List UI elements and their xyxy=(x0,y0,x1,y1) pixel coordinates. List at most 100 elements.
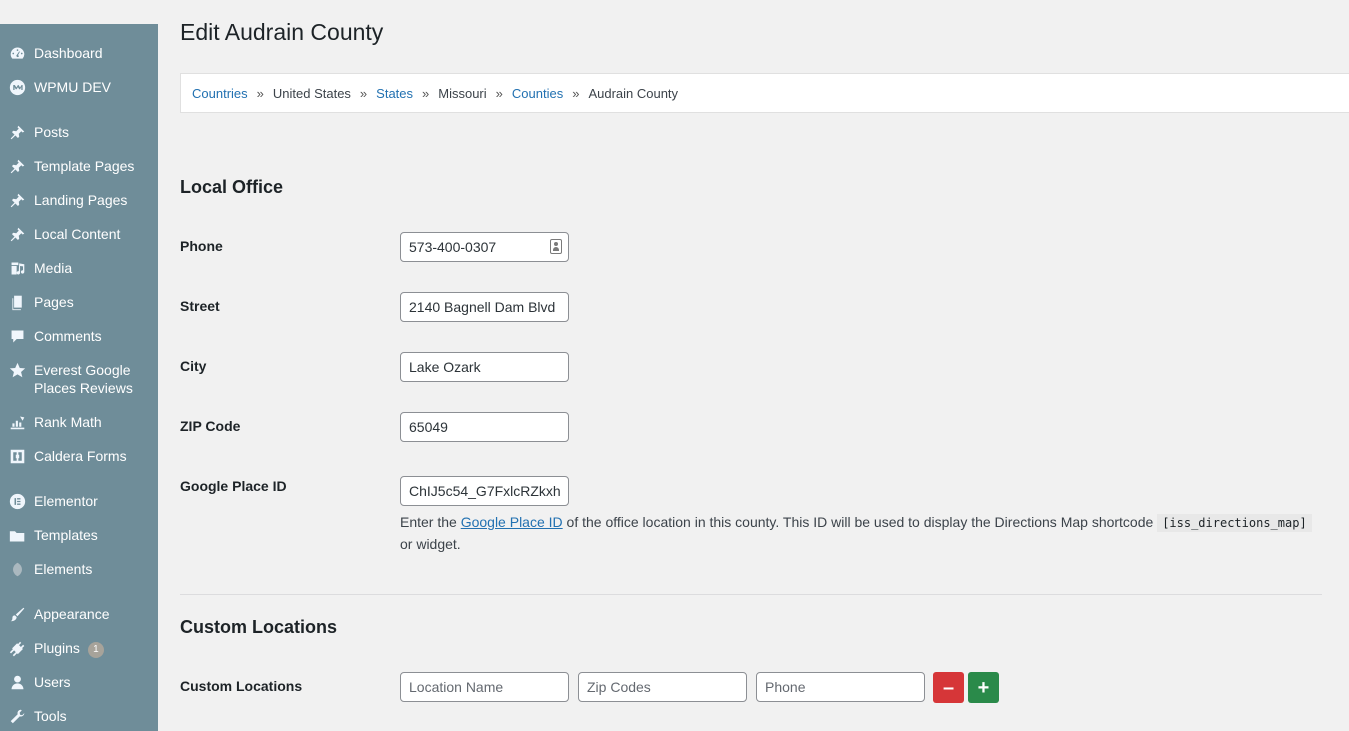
help-text: or widget. xyxy=(400,536,461,552)
breadcrumb-separator: » xyxy=(256,85,264,101)
menu-label: Dashboard xyxy=(34,45,103,61)
breadcrumb-link-countries[interactable]: Countries xyxy=(192,86,248,101)
menu-item-wpmudev[interactable]: WPMU DEV xyxy=(0,78,158,96)
breadcrumb-country: United States xyxy=(272,85,351,101)
menu-item-users[interactable]: Users xyxy=(0,673,158,691)
phone-field[interactable] xyxy=(400,232,569,262)
menu-item-landing-pages[interactable]: Landing Pages xyxy=(0,191,158,209)
menu-item-comments[interactable]: Comments xyxy=(0,327,158,345)
menu-label: Elementor xyxy=(34,493,98,509)
city-field[interactable] xyxy=(400,352,569,382)
local-office-heading: Local Office xyxy=(180,177,284,197)
page-title: Edit Audrain County xyxy=(180,19,384,45)
menu-label: Tools xyxy=(34,708,67,724)
zip-codes-input[interactable] xyxy=(578,672,747,702)
google-place-id-help: Enter the Google Place ID of the office … xyxy=(400,512,1320,555)
google-place-id-field[interactable] xyxy=(400,476,569,506)
menu-item-dashboard[interactable]: Dashboard xyxy=(0,44,158,62)
remove-location-button[interactable]: – xyxy=(933,672,964,703)
menu-item-everest-google-places-reviews[interactable]: Everest Google Places Reviews xyxy=(0,361,158,397)
menu-item-pages[interactable]: Pages xyxy=(0,293,158,311)
section-divider xyxy=(180,594,1322,595)
menu-item-tools[interactable]: Tools xyxy=(0,707,158,725)
menu-label: Template Pages xyxy=(34,158,135,174)
street-label: Street xyxy=(180,298,220,314)
pin-icon xyxy=(0,123,34,141)
help-text: Enter the xyxy=(400,514,461,530)
menu-item-appearance[interactable]: Appearance xyxy=(0,605,158,623)
location-name-input[interactable] xyxy=(400,672,569,702)
menu-label: WPMU DEV xyxy=(34,79,111,95)
breadcrumb-separator: » xyxy=(422,85,430,101)
menu-item-templates[interactable]: Templates xyxy=(0,526,158,544)
city-label: City xyxy=(180,358,207,374)
menu-label: Plugins 1 xyxy=(34,639,104,658)
menu-label: Everest Google Places Reviews xyxy=(34,362,133,396)
custom-locations-label: Custom Locations xyxy=(180,678,303,694)
breadcrumb-separator: » xyxy=(359,85,368,101)
zip-code-label: ZIP Code xyxy=(180,418,241,434)
caldera-icon xyxy=(0,447,34,465)
wrench-icon xyxy=(0,707,34,725)
pin-icon xyxy=(0,191,34,209)
location-phone-input[interactable] xyxy=(756,672,925,702)
help-text: of the office location in this county. T… xyxy=(562,514,1158,530)
admin-menu: Dashboard WPMU DEV Posts Template Pages … xyxy=(0,24,158,731)
dashboard-icon xyxy=(0,44,34,62)
breadcrumb-separator: » xyxy=(572,85,580,101)
star-icon xyxy=(0,361,34,379)
google-place-id-link[interactable]: Google Place ID xyxy=(461,514,563,530)
custom-locations-heading: Custom Locations xyxy=(180,617,338,637)
shortcode: [iss_directions_map] xyxy=(1157,514,1312,532)
admin-sidebar: Dashboard WPMU DEV Posts Template Pages … xyxy=(0,0,158,731)
breadcrumb-current: Audrain County xyxy=(588,85,679,101)
menu-label: Media xyxy=(34,260,73,276)
add-location-button[interactable]: + xyxy=(968,672,999,703)
breadcrumb-link-counties[interactable]: Counties xyxy=(512,86,563,101)
breadcrumb: Countries » United States » States » Mis… xyxy=(180,73,1349,113)
rank-math-icon xyxy=(0,413,34,431)
menu-label: Elements xyxy=(34,561,93,577)
menu-item-elements[interactable]: Elements xyxy=(0,560,158,578)
zip-code-field[interactable] xyxy=(400,412,569,442)
menu-item-plugins[interactable]: Plugins 1 xyxy=(0,639,158,658)
media-icon xyxy=(0,259,34,277)
breadcrumb-separator: » xyxy=(495,85,503,101)
menu-label: Appearance xyxy=(34,606,110,622)
menu-label: Landing Pages xyxy=(34,192,128,208)
breadcrumb-link-states[interactable]: States xyxy=(376,86,413,101)
pages-icon xyxy=(0,293,34,311)
comments-icon xyxy=(0,327,34,345)
elements-icon xyxy=(0,560,34,578)
breadcrumb-state: Missouri xyxy=(438,85,487,101)
pin-icon xyxy=(0,225,34,243)
menu-item-local-content[interactable]: Local Content xyxy=(0,225,158,243)
menu-label: Posts xyxy=(34,124,70,140)
pin-icon xyxy=(0,157,34,175)
phone-label: Phone xyxy=(180,238,223,254)
menu-label: Pages xyxy=(34,294,74,310)
menu-label: Users xyxy=(34,674,71,690)
google-place-id-label: Google Place ID xyxy=(180,478,287,494)
update-count-badge: 1 xyxy=(87,642,104,658)
contact-card-icon[interactable] xyxy=(550,239,562,254)
plugin-icon xyxy=(0,639,34,657)
menu-item-posts[interactable]: Posts xyxy=(0,123,158,141)
brush-icon xyxy=(0,605,34,623)
menu-label: Rank Math xyxy=(34,414,102,430)
menu-label: Templates xyxy=(34,527,98,543)
menu-label: Comments xyxy=(34,328,102,344)
menu-item-media[interactable]: Media xyxy=(0,259,158,277)
street-field[interactable] xyxy=(400,292,569,322)
menu-item-rank-math[interactable]: Rank Math xyxy=(0,413,158,431)
menu-item-template-pages[interactable]: Template Pages xyxy=(0,157,158,175)
menu-item-caldera-forms[interactable]: Caldera Forms xyxy=(0,447,158,465)
menu-label: Caldera Forms xyxy=(34,448,127,464)
folder-icon xyxy=(0,526,34,544)
elementor-icon xyxy=(0,492,34,510)
plugins-label: Plugins xyxy=(34,640,80,656)
menu-label: Local Content xyxy=(34,226,121,242)
menu-item-elementor[interactable]: Elementor xyxy=(0,492,158,510)
wpmudev-icon xyxy=(0,78,34,96)
user-icon xyxy=(0,673,34,691)
